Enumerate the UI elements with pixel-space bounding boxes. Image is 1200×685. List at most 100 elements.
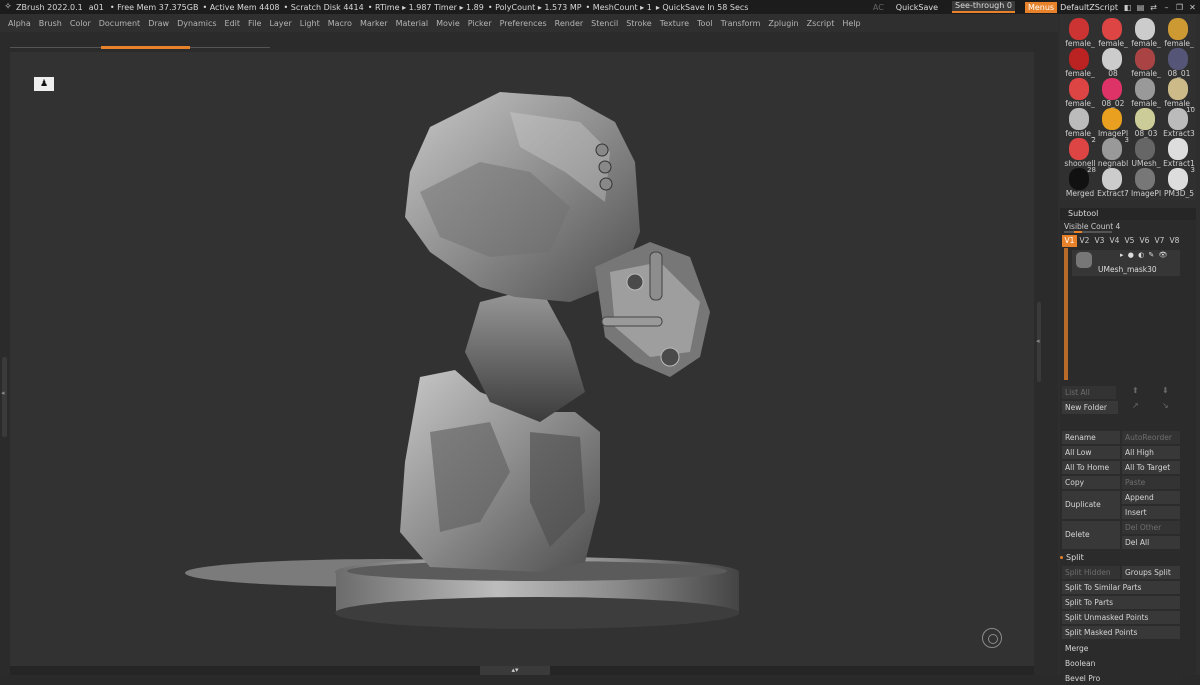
split-similar-parts-button[interactable]: Split To Similar Parts	[1062, 581, 1180, 594]
menu-help[interactable]: Help	[842, 19, 860, 28]
left-tray-handle[interactable]	[2, 357, 7, 437]
visibility-tab-v6[interactable]: V6	[1137, 235, 1152, 247]
all-to-target-button[interactable]: All To Target	[1122, 461, 1180, 474]
ac-button[interactable]: AC	[873, 3, 884, 12]
right-tray-gutter[interactable]: ◂	[1034, 52, 1058, 675]
swap-icon[interactable]: ⇄	[1148, 3, 1159, 12]
menu-material[interactable]: Material	[396, 19, 429, 28]
tool-thumbnail[interactable]: 08_02	[1097, 76, 1127, 108]
visibility-tab-v5[interactable]: V5	[1122, 235, 1137, 247]
menu-marker[interactable]: Marker	[360, 19, 388, 28]
autoreorder-button[interactable]: AutoReorder	[1122, 431, 1180, 444]
tool-thumbnail[interactable]: shoonell 2	[1064, 136, 1096, 168]
boolean-section-button[interactable]: Boolean	[1062, 657, 1180, 670]
menus-toggle[interactable]: Menus	[1024, 1, 1058, 13]
tool-thumbnail[interactable]: ImagePl	[1097, 106, 1128, 138]
all-high-button[interactable]: All High	[1122, 446, 1180, 459]
tool-thumbnail[interactable]: PM3D_5 3	[1163, 166, 1195, 198]
menu-alpha[interactable]: Alpha	[8, 19, 31, 28]
expand-right-icon[interactable]: ◂	[1036, 337, 1040, 345]
menu-edit[interactable]: Edit	[225, 19, 241, 28]
bevel-pro-section-button[interactable]: Bevel Pro	[1062, 672, 1180, 685]
delete-button[interactable]: Delete	[1062, 521, 1120, 549]
tool-thumbnail[interactable]: UMesh_	[1130, 136, 1161, 168]
subtool-header[interactable]: Subtool	[1060, 208, 1196, 220]
split-section-header[interactable]: Split	[1060, 553, 1084, 562]
subtool-item-icons[interactable]: ▸ ● ◐ ✎ 👁	[1120, 251, 1168, 259]
bottom-tray[interactable]: ▴▾	[10, 666, 1034, 675]
tool-thumbnail[interactable]: female_	[1130, 76, 1161, 108]
see-through-slider[interactable]: See-through 0	[952, 1, 1015, 13]
tool-thumbnail[interactable]: 08_01	[1163, 46, 1193, 78]
menu-picker[interactable]: Picker	[468, 19, 492, 28]
viewport-canvas[interactable]: ♟	[10, 52, 1034, 666]
sculpt-model[interactable]	[10, 52, 1034, 666]
all-low-button[interactable]: All Low	[1062, 446, 1120, 459]
visibility-tab-v1[interactable]: V1	[1062, 235, 1077, 247]
menu-transform[interactable]: Transform	[721, 19, 761, 28]
menu-stencil[interactable]: Stencil	[591, 19, 618, 28]
visibility-tab-v2[interactable]: V2	[1077, 235, 1092, 247]
quicksave-button[interactable]: QuickSave	[896, 3, 938, 12]
tool-thumbnail[interactable]: Extract3 10	[1163, 106, 1195, 138]
del-other-button[interactable]: Del Other	[1122, 521, 1180, 534]
split-unmasked-button[interactable]: Split Unmasked Points	[1062, 611, 1180, 624]
menu-document[interactable]: Document	[99, 19, 140, 28]
visibility-tab-v7[interactable]: V7	[1152, 235, 1167, 247]
menu-brush[interactable]: Brush	[39, 19, 62, 28]
insert-button[interactable]: Insert	[1122, 506, 1180, 519]
menu-layer[interactable]: Layer	[269, 19, 291, 28]
tool-thumbnail[interactable]: female_	[1097, 16, 1128, 48]
tool-thumbnail[interactable]: 08_03	[1130, 106, 1160, 138]
default-zscript-button[interactable]: DefaultZScript	[1060, 3, 1118, 12]
restore-icon[interactable]: ❐	[1174, 3, 1185, 12]
tool-thumbnail[interactable]: female_	[1064, 106, 1095, 138]
menu-stroke[interactable]: Stroke	[626, 19, 652, 28]
tool-thumbnail[interactable]: negnabl 3	[1097, 136, 1129, 168]
del-all-button[interactable]: Del All	[1122, 536, 1180, 549]
tool-thumbnail[interactable]: female_	[1064, 46, 1095, 78]
move-up-icon[interactable]: ↗	[1132, 401, 1139, 410]
move-down-icon[interactable]: ↘	[1162, 401, 1169, 410]
menu-preferences[interactable]: Preferences	[500, 19, 547, 28]
menu-file[interactable]: File	[248, 19, 261, 28]
menu-macro[interactable]: Macro	[328, 19, 352, 28]
split-masked-button[interactable]: Split Masked Points	[1062, 626, 1180, 639]
arrow-up-icon[interactable]: ⬆	[1132, 386, 1139, 395]
rename-button[interactable]: Rename	[1062, 431, 1120, 444]
menu-color[interactable]: Color	[70, 19, 91, 28]
subtool-list-scrollbar[interactable]	[1064, 248, 1068, 380]
menu-zscript[interactable]: Zscript	[807, 19, 835, 28]
layout-icon[interactable]: ◧	[1122, 3, 1133, 12]
arrow-down-icon[interactable]: ⬇	[1162, 386, 1169, 395]
visibility-tab-v8[interactable]: V8	[1167, 235, 1182, 247]
visibility-tab-v3[interactable]: V3	[1092, 235, 1107, 247]
append-button[interactable]: Append	[1122, 491, 1180, 504]
all-to-home-button[interactable]: All To Home	[1062, 461, 1120, 474]
minimize-icon[interactable]: –	[1161, 3, 1172, 12]
expand-left-icon[interactable]: ◂	[1, 389, 5, 397]
tool-thumbnail[interactable]: female_	[1064, 16, 1095, 48]
tool-thumbnail[interactable]: Extract1	[1163, 136, 1195, 168]
merge-section-button[interactable]: Merge	[1062, 642, 1180, 655]
menu-zplugin[interactable]: Zplugin	[768, 19, 798, 28]
tool-thumbnail[interactable]: female_	[1064, 76, 1095, 108]
visibility-tab-v4[interactable]: V4	[1107, 235, 1122, 247]
tool-thumbnail[interactable]: female_	[1130, 46, 1161, 78]
menu-light[interactable]: Light	[300, 19, 320, 28]
menu-render[interactable]: Render	[555, 19, 583, 28]
split-to-parts-button[interactable]: Split To Parts	[1062, 596, 1180, 609]
close-icon[interactable]: ✕	[1187, 3, 1198, 12]
menu-texture[interactable]: Texture	[660, 19, 689, 28]
menu-dynamics[interactable]: Dynamics	[177, 19, 216, 28]
tool-thumbnail[interactable]: Merged 28	[1064, 166, 1096, 198]
duplicate-button[interactable]: Duplicate	[1062, 491, 1120, 519]
menu-movie[interactable]: Movie	[436, 19, 460, 28]
visible-count-slider[interactable]	[1064, 231, 1112, 233]
tool-thumbnail[interactable]: female_	[1163, 76, 1194, 108]
tool-thumbnail[interactable]: female_	[1130, 16, 1161, 48]
menu-tool[interactable]: Tool	[697, 19, 713, 28]
copy-button[interactable]: Copy	[1062, 476, 1120, 489]
groups-split-button[interactable]: Groups Split	[1122, 566, 1180, 579]
tool-thumbnail[interactable]: 08	[1097, 46, 1127, 78]
